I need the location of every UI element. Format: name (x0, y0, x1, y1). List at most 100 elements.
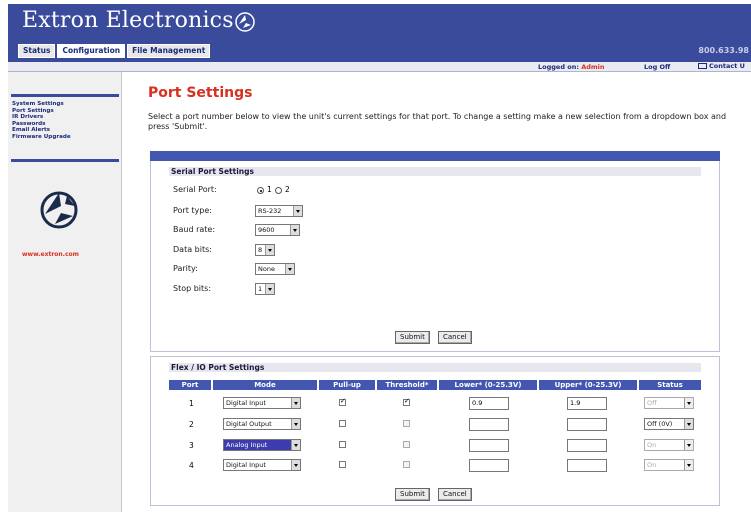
port-type-label: Port type: (173, 206, 212, 215)
serial-port-label: Serial Port: (173, 185, 217, 194)
chevron-down-icon (285, 264, 294, 274)
logged-user: Admin (581, 63, 605, 71)
extron-emblem-icon (40, 191, 78, 229)
data-bits-label: Data bits: (173, 245, 212, 254)
port-3-mode-select[interactable]: Analog Input (223, 439, 301, 451)
port-number: 2 (189, 420, 194, 429)
chevron-down-icon (265, 284, 274, 294)
panel-header-bar (150, 151, 720, 161)
port-1-upper-input[interactable]: 1.9 (567, 397, 607, 410)
serial-section-title: Serial Port Settings (171, 167, 254, 176)
port-4-lower-input[interactable] (469, 459, 509, 472)
parity-select[interactable]: None (255, 263, 295, 275)
port-4-status-select[interactable]: On (644, 459, 694, 471)
port-4-mode-value: Digital Input (226, 461, 266, 469)
envelope-icon (698, 63, 707, 69)
logged-on-label: Logged on: (538, 63, 579, 71)
chevron-down-icon (265, 245, 274, 255)
app-header: Extron Electronics Status Configuration … (8, 4, 751, 62)
port-2-mode-value: Digital Output (226, 420, 272, 428)
port-2-pullup-checkbox[interactable] (339, 420, 346, 427)
stop-bits-select[interactable]: 1 (255, 283, 275, 295)
chevron-down-icon (291, 460, 300, 470)
port-3-mode-value: Analog Input (226, 441, 268, 449)
chevron-down-icon (684, 460, 693, 470)
sidebar-item-system-settings[interactable]: System Settings (12, 101, 71, 108)
baud-rate-label: Baud rate: (173, 225, 216, 234)
port-3-pullup-checkbox[interactable] (339, 441, 346, 448)
data-bits-value: 8 (258, 246, 263, 254)
tab-configuration[interactable]: Configuration (57, 44, 126, 58)
sidebar-divider (11, 159, 119, 162)
port-1-status-select[interactable]: Off (644, 397, 694, 409)
stop-bits-value: 1 (258, 285, 263, 293)
phone-number: 800.633.98 (698, 46, 749, 55)
chevron-down-icon (293, 206, 302, 216)
port-1-lower-input[interactable]: 0.9 (469, 397, 509, 410)
logged-on-text: Logged on: Admin (538, 63, 605, 71)
port-3-status-value: On (647, 441, 657, 449)
port-1-mode-value: Digital Input (226, 399, 266, 407)
col-header-pull-up: Pull-up (319, 380, 375, 390)
port-4-upper-input[interactable] (567, 459, 607, 472)
stop-bits-label: Stop bits: (173, 284, 212, 293)
serial-port-radio-2-label: 2 (285, 185, 290, 194)
port-4-mode-select[interactable]: Digital Input (223, 459, 301, 471)
page-title: Port Settings (148, 85, 253, 101)
serial-port-radio-2[interactable] (275, 187, 282, 194)
col-header-mode: Mode (213, 380, 317, 390)
serial-cancel-button[interactable]: Cancel (438, 331, 472, 344)
col-header-upper: Upper* (0-25.3V) (539, 380, 637, 390)
col-header-status: Status (639, 380, 701, 390)
flex-section-title: Flex / IO Port Settings (171, 363, 265, 372)
flex-cancel-button[interactable]: Cancel (438, 488, 472, 501)
col-header-lower: Lower* (0-25.3V) (439, 380, 537, 390)
port-3-threshold-checkbox[interactable] (403, 441, 410, 448)
serial-port-radio-1-label: 1 (267, 185, 272, 194)
chevron-down-icon (290, 225, 299, 235)
flex-submit-button[interactable]: Submit (395, 488, 430, 501)
sidebar-divider (11, 94, 119, 97)
port-4-pullup-checkbox[interactable] (339, 461, 346, 468)
data-bits-select[interactable]: 8 (255, 244, 275, 256)
port-2-upper-input[interactable] (567, 418, 607, 431)
tab-file-management[interactable]: File Management (127, 44, 211, 58)
chevron-down-icon (291, 440, 300, 450)
port-type-select[interactable]: RS-232 (255, 205, 303, 217)
port-3-lower-input[interactable] (469, 439, 509, 452)
main-tabs: Status Configuration File Management (18, 44, 211, 58)
port-1-pullup-checkbox[interactable] (339, 397, 346, 406)
chevron-down-icon (291, 419, 300, 429)
port-3-status-select[interactable]: On (644, 439, 694, 451)
sidebar: System Settings Port Settings IR Drivers… (8, 72, 122, 512)
port-2-status-value: Off (0V) (647, 420, 673, 428)
chevron-down-icon (291, 398, 300, 408)
baud-rate-select[interactable]: 9600 (255, 224, 300, 236)
chevron-down-icon (684, 398, 693, 408)
port-1-threshold-checkbox[interactable] (403, 397, 410, 406)
sidebar-item-firmware-upgrade[interactable]: Firmware Upgrade (12, 134, 71, 141)
port-2-threshold-checkbox[interactable] (403, 420, 410, 427)
port-number: 4 (189, 461, 194, 470)
chevron-down-icon (684, 419, 693, 429)
serial-settings-panel: Serial Port Settings Serial Port: 1 2 Po… (150, 161, 720, 352)
port-2-lower-input[interactable] (469, 418, 509, 431)
parity-value: None (258, 265, 275, 273)
port-4-threshold-checkbox[interactable] (403, 461, 410, 468)
contact-link[interactable]: Contact U (698, 62, 745, 70)
port-3-upper-input[interactable] (567, 439, 607, 452)
log-off-link[interactable]: Log Off (644, 63, 670, 71)
port-number: 3 (189, 441, 194, 450)
port-1-status-value: Off (647, 399, 657, 407)
serial-submit-button[interactable]: Submit (395, 331, 430, 344)
contact-label: Contact U (709, 62, 745, 70)
port-2-mode-select[interactable]: Digital Output (223, 418, 301, 430)
tab-status[interactable]: Status (18, 44, 56, 58)
sidebar-nav: System Settings Port Settings IR Drivers… (12, 101, 71, 140)
col-header-port: Port (169, 380, 211, 390)
website-link[interactable]: www.extron.com (22, 251, 79, 258)
port-1-mode-select[interactable]: Digital Input (223, 397, 301, 409)
port-type-value: RS-232 (258, 207, 282, 215)
port-2-status-select[interactable]: Off (0V) (644, 418, 694, 430)
serial-port-radio-1[interactable] (257, 187, 264, 194)
